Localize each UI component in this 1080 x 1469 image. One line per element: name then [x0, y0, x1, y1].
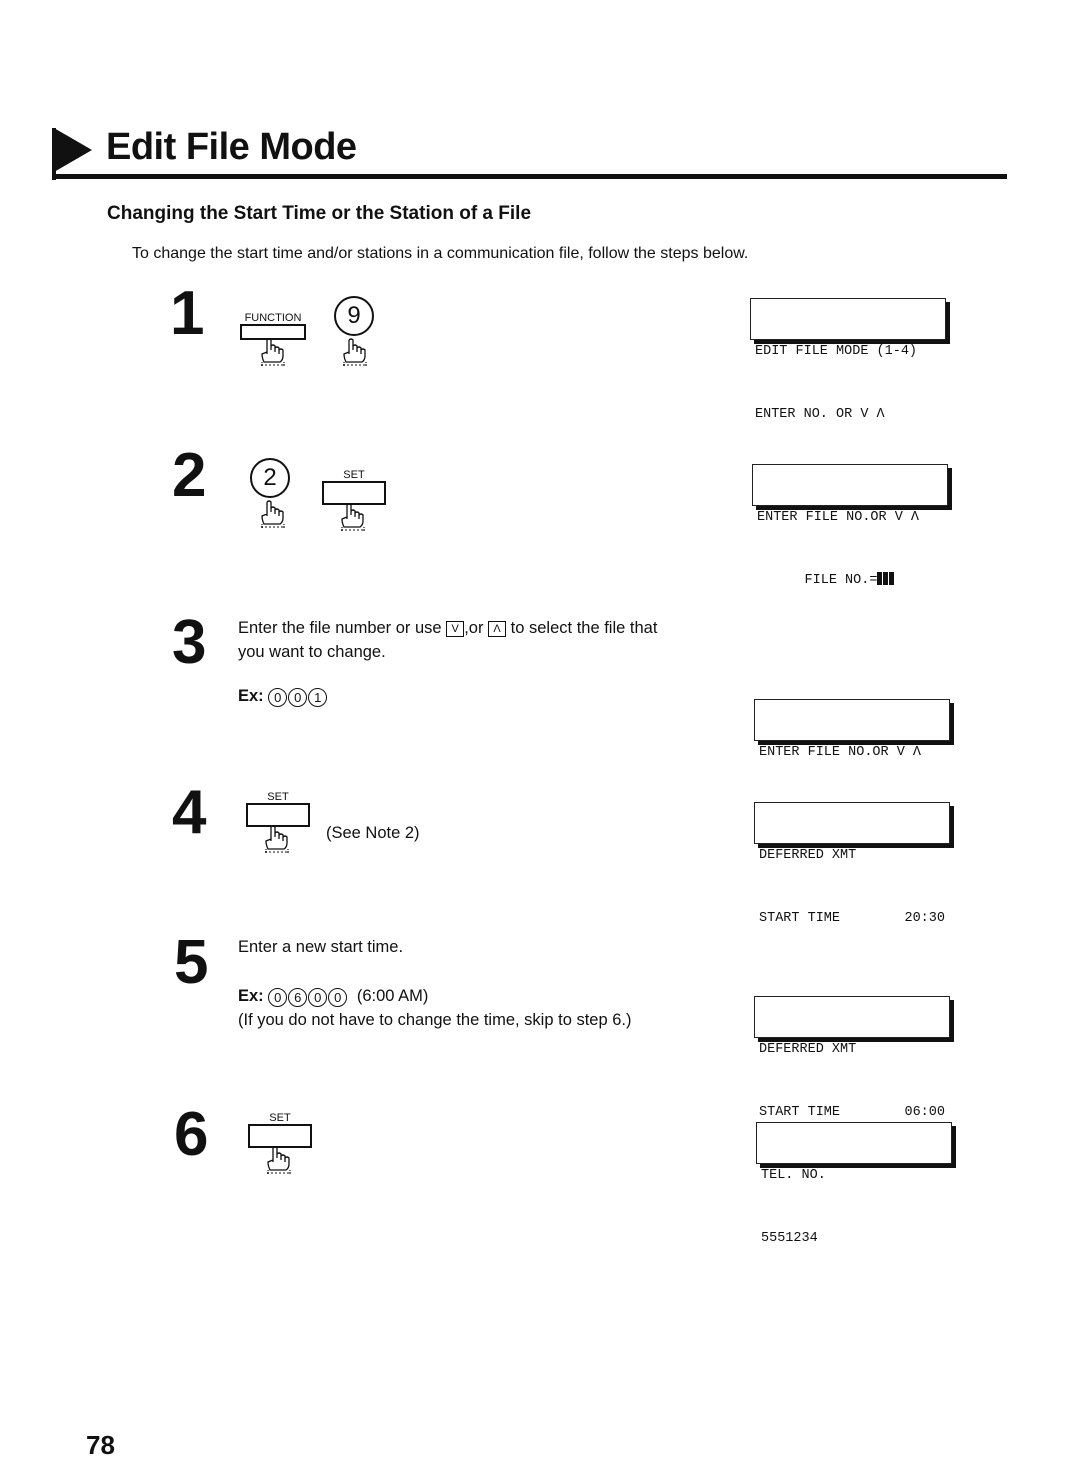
- press-hand-icon: [262, 825, 292, 853]
- instruction-text: Enter the file number or use: [238, 619, 442, 637]
- step-number: 1: [170, 279, 205, 348]
- cursor-block: [883, 572, 889, 585]
- digit-9-key[interactable]: 9: [334, 296, 374, 336]
- lcd-display-step5: DEFERRED XMT START TIME 06:00: [754, 996, 950, 1120]
- set-key-label: SET: [267, 791, 289, 803]
- set-key[interactable]: SET: [248, 1112, 312, 1148]
- page-title: Edit File Mode: [106, 126, 357, 168]
- example-label: Ex:: [238, 687, 264, 705]
- down-arrow-key[interactable]: V: [446, 621, 465, 637]
- step-number: 2: [172, 441, 207, 510]
- press-hand-icon: [264, 1146, 294, 1174]
- set-key-body: [322, 481, 386, 505]
- step-number: 6: [174, 1100, 209, 1169]
- instruction-text: to select the file that: [510, 619, 658, 637]
- step3-example: Ex: 001: [238, 684, 328, 708]
- lcd-file-no-prefix: FILE NO.=: [804, 573, 878, 588]
- step-number: 3: [172, 608, 207, 677]
- lcd-value: 20:30: [904, 911, 945, 926]
- instruction-text: ,or: [464, 619, 484, 637]
- set-key[interactable]: SET: [246, 791, 310, 827]
- lcd-display-step4: DEFERRED XMT START TIME 20:30: [754, 802, 950, 926]
- set-key-label: SET: [269, 1112, 291, 1124]
- step5-example: Ex: 0600 (6:00 AM): [238, 984, 428, 1008]
- instruction-text: you want to change.: [238, 643, 386, 661]
- digit-key-0[interactable]: 0: [268, 688, 288, 707]
- lcd-display-step6: TEL. NO. 5551234: [756, 1122, 952, 1246]
- digit-key-1[interactable]: 1: [308, 688, 328, 707]
- cursor-block: [877, 572, 883, 585]
- digit-key-6[interactable]: 6: [288, 988, 308, 1007]
- set-key-body: [248, 1124, 312, 1148]
- lcd-display-step2: ENTER FILE NO.OR V Λ FILE NO.=: [752, 464, 948, 588]
- lcd-line2: START TIME 20:30: [759, 908, 945, 929]
- lcd-line1: ENTER FILE NO.OR V Λ: [757, 510, 920, 525]
- lcd-line2: ENTER NO. OR V Λ: [755, 407, 885, 422]
- press-hand-icon: [258, 500, 288, 528]
- press-hand-icon: [340, 338, 370, 366]
- section-subtitle: Changing the Start Time or the Station o…: [107, 203, 532, 224]
- lcd-display-step1: EDIT FILE MODE (1-4) ENTER NO. OR V Λ: [750, 298, 946, 422]
- set-key-body: [246, 803, 310, 827]
- lcd-line1: ENTER FILE NO.OR V Λ: [759, 745, 922, 760]
- function-key[interactable]: FUNCTION: [240, 312, 306, 340]
- step5-instruction: Enter a new start time.: [238, 938, 404, 956]
- function-key-label: FUNCTION: [244, 312, 302, 324]
- page-number: 78: [86, 1430, 115, 1460]
- lcd-display-step3: ENTER FILE NO.OR V Λ FILE NO.=001: [754, 699, 950, 823]
- step-number: 5: [174, 928, 209, 997]
- set-key-label: SET: [343, 469, 365, 481]
- intro-text: To change the start time and/or stations…: [132, 245, 749, 262]
- lcd-line1: EDIT FILE MODE (1-4): [755, 344, 918, 359]
- press-hand-icon: [338, 503, 368, 531]
- set-key[interactable]: SET: [322, 469, 386, 505]
- digit-key-0[interactable]: 0: [328, 988, 348, 1007]
- digit-key-0[interactable]: 0: [308, 988, 328, 1007]
- press-hand-icon: [258, 338, 288, 366]
- title-arrow-icon: [54, 128, 92, 172]
- lcd-line1: DEFERRED XMT: [759, 848, 857, 863]
- lcd-line2: FILE NO.=: [757, 570, 943, 591]
- step-number: 4: [172, 778, 207, 847]
- title-divider: [52, 174, 1007, 179]
- lcd-line1: DEFERRED XMT: [759, 1042, 857, 1057]
- digit-key-0[interactable]: 0: [268, 988, 288, 1007]
- lcd-label: START TIME: [759, 911, 841, 926]
- digit-2-key[interactable]: 2: [250, 458, 290, 498]
- up-arrow-key[interactable]: Λ: [488, 621, 507, 637]
- lcd-value: 06:00: [904, 1105, 945, 1120]
- lcd-line1: TEL. NO.: [761, 1168, 826, 1183]
- example-label: Ex:: [238, 987, 264, 1005]
- lcd-label: START TIME: [759, 1105, 841, 1120]
- skip-note: (If you do not have to change the time, …: [238, 1011, 632, 1029]
- lcd-line2: 5551234: [761, 1231, 818, 1246]
- example-note: (6:00 AM): [356, 987, 429, 1005]
- see-note: (See Note 2): [326, 824, 420, 842]
- lcd-line2: START TIME 06:00: [759, 1102, 945, 1123]
- step3-instruction: Enter the file number or use V ,or Λ to s…: [238, 616, 738, 664]
- cursor-block: [889, 572, 895, 585]
- digit-key-0[interactable]: 0: [288, 688, 308, 707]
